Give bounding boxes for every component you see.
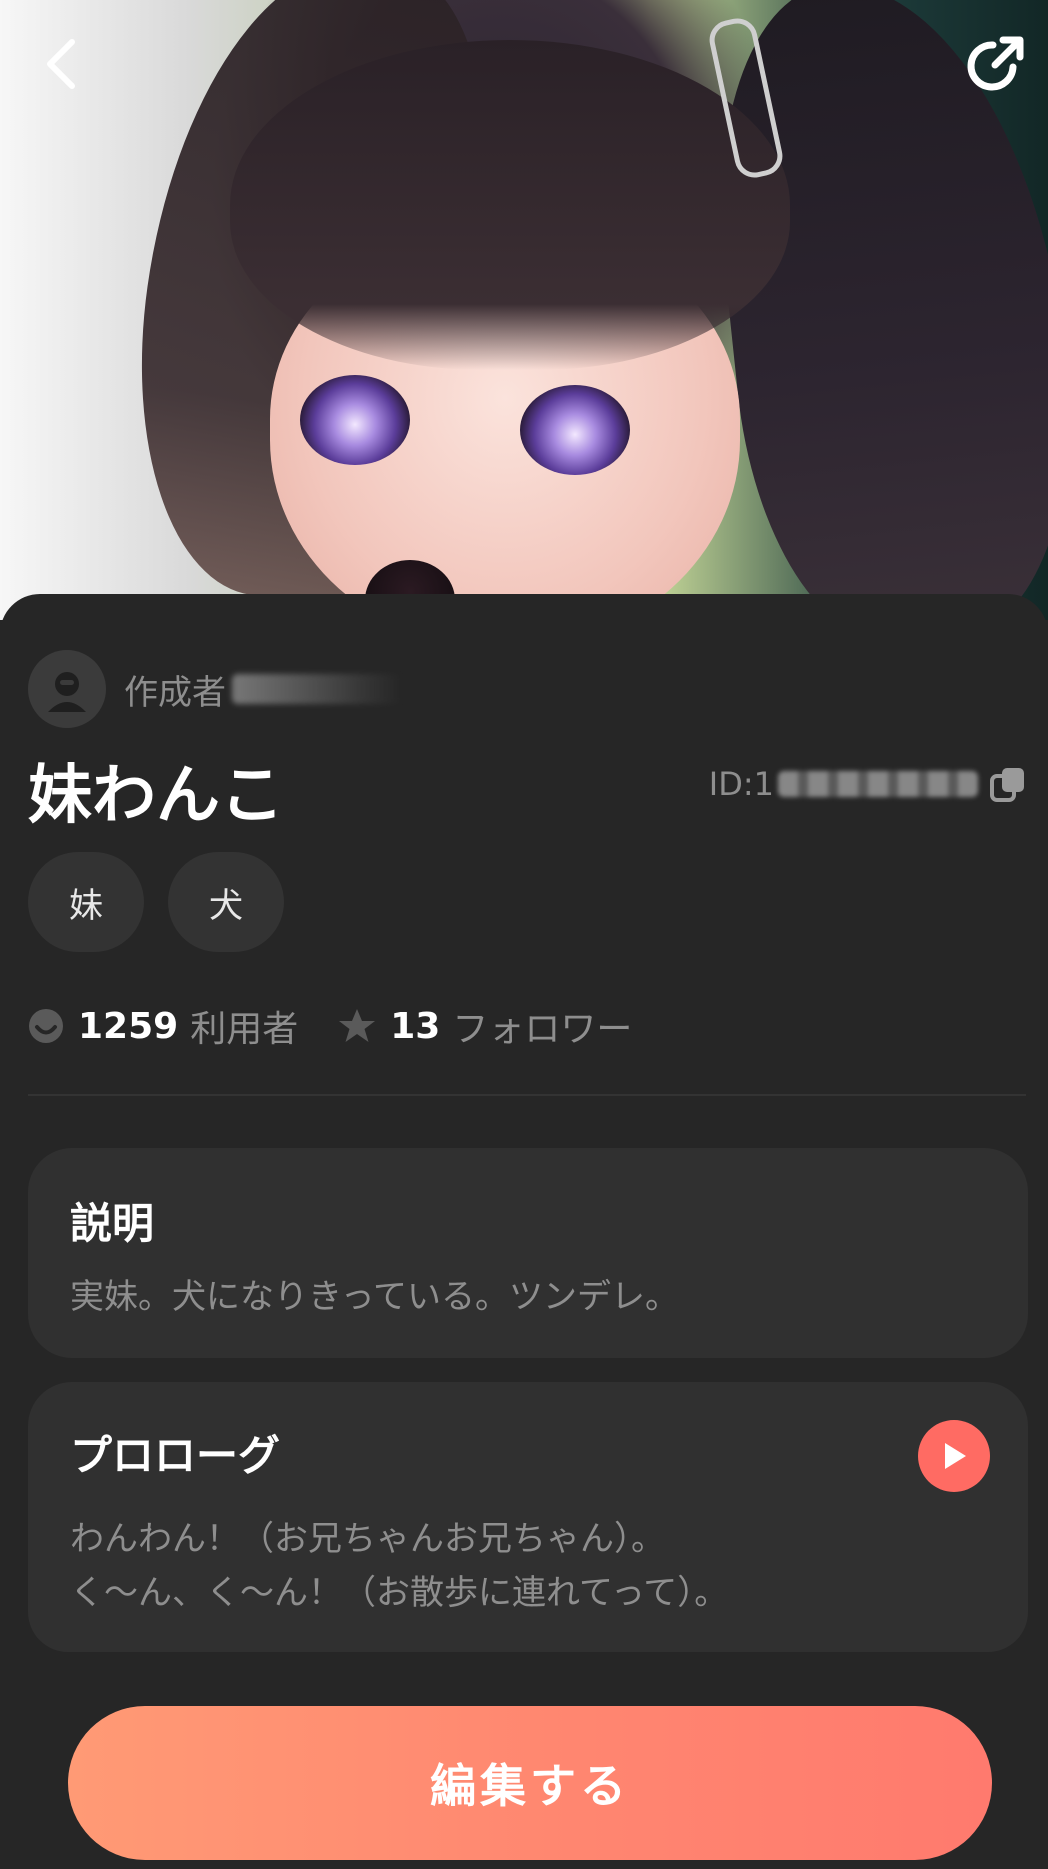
character-detail-sheet: 作成者 妹わんこ ID:1 妹 犬 1259 利用者 13 フォロワー 説明 実… bbox=[0, 594, 1048, 1869]
copy-icon[interactable] bbox=[988, 764, 1028, 804]
hero-bangs bbox=[230, 40, 790, 370]
hero-eye-left bbox=[300, 375, 410, 465]
followers-stat: 13 フォロワー bbox=[338, 1000, 632, 1052]
description-title: 説明 bbox=[70, 1199, 155, 1248]
users-icon bbox=[29, 1009, 63, 1043]
tag-chip[interactable]: 妹 bbox=[28, 852, 144, 952]
prologue-title: プロローグ bbox=[70, 1431, 281, 1480]
followers-count: 13 bbox=[390, 1005, 441, 1047]
play-icon bbox=[945, 1443, 966, 1469]
description-card: 説明 実妹。犬になりきっている。ツンデレ。 bbox=[28, 1148, 1028, 1358]
character-id: ID:1 bbox=[709, 764, 1028, 804]
tag-list: 妹 犬 bbox=[28, 852, 284, 952]
creator-row[interactable]: 作成者 bbox=[28, 650, 402, 728]
section-divider bbox=[28, 1094, 1026, 1096]
prologue-line-1: わんわん！（お兄ちゃんお兄ちゃん）。 bbox=[70, 1519, 665, 1559]
prologue-line-2: く〜ん、く〜ん！（お散歩に連れてって）。 bbox=[70, 1573, 729, 1613]
back-button[interactable] bbox=[30, 32, 94, 96]
prologue-play-button[interactable] bbox=[918, 1420, 990, 1492]
creator-name-redacted bbox=[232, 674, 402, 704]
users-label: 利用者 bbox=[190, 1009, 299, 1050]
creator-label: 作成者 bbox=[124, 672, 226, 713]
stats-row: 1259 利用者 13 フォロワー bbox=[28, 1000, 672, 1052]
description-text: 実妹。犬になりきっている。ツンデレ。 bbox=[70, 1277, 679, 1317]
character-id-redacted bbox=[778, 771, 978, 797]
character-hero-image bbox=[0, 0, 1048, 620]
edit-button[interactable]: 編集する bbox=[68, 1706, 992, 1860]
users-count: 1259 bbox=[78, 1005, 179, 1047]
avatar-icon bbox=[48, 672, 86, 712]
character-name: 妹わんこ bbox=[28, 759, 284, 833]
hero-eye-right bbox=[520, 385, 630, 475]
tag-chip[interactable]: 犬 bbox=[168, 852, 284, 952]
star-icon bbox=[339, 1009, 376, 1042]
creator-avatar[interactable] bbox=[28, 650, 106, 728]
prologue-text: わんわん！（お兄ちゃんお兄ちゃん）。 く〜ん、く〜ん！（お散歩に連れてって）。 bbox=[70, 1512, 988, 1620]
character-id-label: ID:1 bbox=[708, 765, 774, 803]
back-icon bbox=[47, 39, 75, 89]
share-button[interactable] bbox=[964, 32, 1028, 96]
prologue-card: プロローグ わんわん！（お兄ちゃんお兄ちゃん）。 く〜ん、く〜ん！（お散歩に連れ… bbox=[28, 1382, 1028, 1652]
followers-label: フォロワー bbox=[452, 1009, 633, 1050]
share-icon bbox=[967, 36, 1024, 91]
users-stat: 1259 利用者 bbox=[28, 1000, 298, 1052]
